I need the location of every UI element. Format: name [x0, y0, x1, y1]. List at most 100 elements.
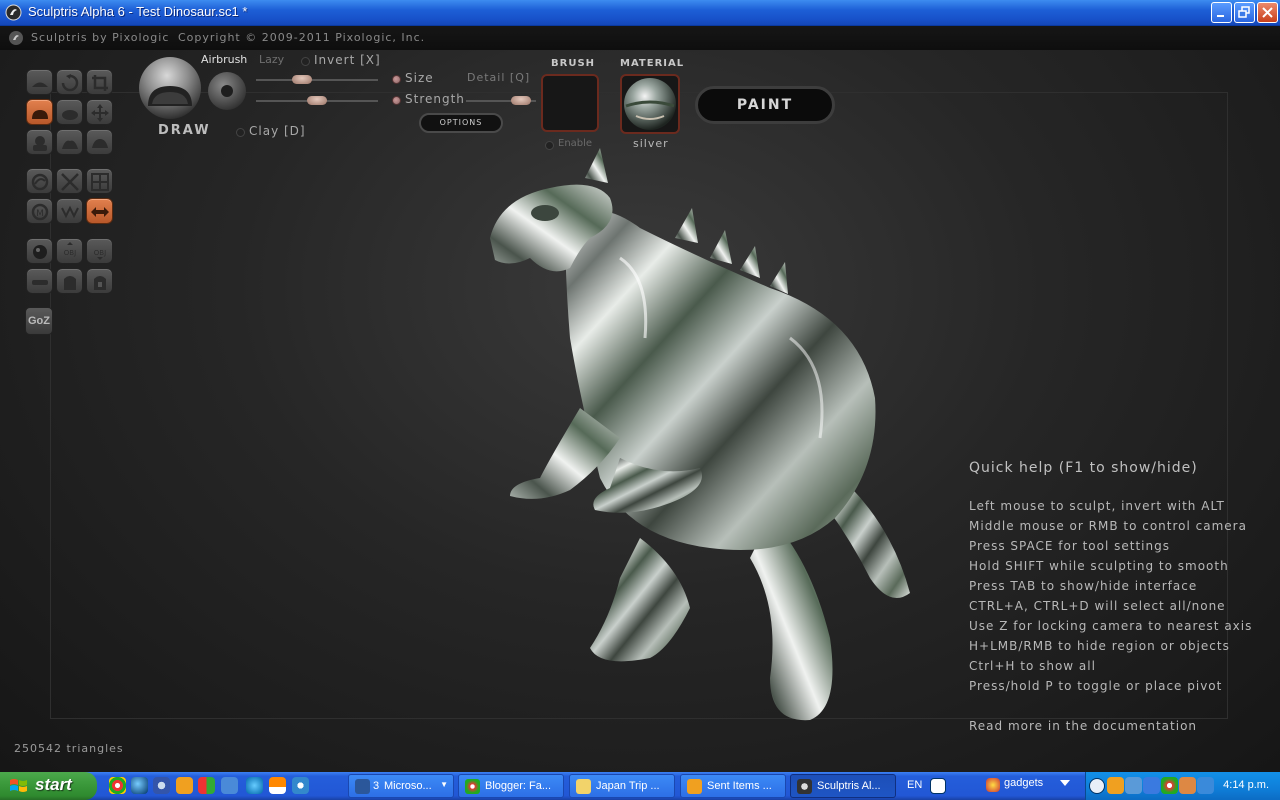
tool-open[interactable]: [56, 268, 83, 294]
outlook-quicklaunch-icon[interactable]: [176, 777, 193, 794]
tool-draw[interactable]: [26, 99, 53, 125]
outlook-tray-icon[interactable]: [1107, 777, 1124, 794]
svg-text:OBJ: OBJ: [94, 249, 106, 257]
restore-button[interactable]: [1234, 2, 1255, 23]
security-tray-icon[interactable]: [1179, 777, 1196, 794]
strength-slider-knob[interactable]: [307, 96, 327, 105]
sphere-icon: [33, 245, 47, 259]
tool-flatten[interactable]: [56, 129, 83, 155]
clock: 4:14 p.m.: [1223, 779, 1269, 791]
minimize-button[interactable]: [1211, 2, 1232, 23]
tool-wireframe[interactable]: [56, 168, 83, 194]
chrome-tray-icon[interactable]: [1161, 777, 1178, 794]
gadgets-icon[interactable]: [986, 778, 1000, 792]
start-button[interactable]: start: [0, 772, 97, 800]
tool-crease[interactable]: [26, 69, 53, 95]
quick-help-line: Hold SHIFT while sculpting to smooth: [969, 559, 1229, 573]
strength-radio[interactable]: [392, 96, 401, 105]
volume-tray-icon[interactable]: [1197, 777, 1214, 794]
vlc-quicklaunch-icon[interactable]: [269, 777, 286, 794]
task-label: Sculptris Al...: [817, 780, 881, 792]
gadgets-dropdown-icon[interactable]: [1060, 780, 1070, 790]
picasa-quicklaunch-icon[interactable]: [198, 777, 215, 794]
size-slider-track[interactable]: [256, 79, 378, 81]
rotate-icon: [61, 74, 79, 92]
help-tray-icon[interactable]: [930, 778, 946, 794]
tool-export-obj[interactable]: OBJ: [86, 238, 113, 264]
lazy-label[interactable]: Lazy: [259, 53, 284, 66]
documentation-link[interactable]: Read more in the documentation: [969, 719, 1197, 733]
media-player-quicklaunch-icon[interactable]: [292, 777, 309, 794]
dinosaur-model[interactable]: [470, 138, 920, 728]
task-blogger[interactable]: Blogger: Fa...: [458, 774, 564, 798]
tool-inflate[interactable]: [56, 99, 83, 125]
tool-save[interactable]: [86, 268, 113, 294]
tool-symmetry[interactable]: [26, 168, 53, 194]
tool-pinch[interactable]: [26, 129, 53, 155]
quick-help-list: Left mouse to sculpt, invert with ALT Mi…: [969, 499, 1252, 699]
task-label: Sent Items ...: [707, 780, 772, 792]
draw-tool-icon[interactable]: [138, 56, 202, 120]
tool-mirror[interactable]: [86, 198, 113, 224]
mask-icon: M: [31, 203, 49, 221]
task-japan-trip[interactable]: Japan Trip ...: [569, 774, 675, 798]
gadgets-label[interactable]: gadgets: [1004, 777, 1043, 789]
tool-rotate[interactable]: [56, 69, 83, 95]
material-label: MATERIAL: [620, 58, 685, 69]
invert-label[interactable]: Invert [X]: [314, 53, 381, 67]
task-label: Japan Trip ...: [596, 780, 660, 792]
options-button[interactable]: OPTIONS: [419, 113, 503, 133]
tool-import-obj[interactable]: OBJ: [56, 238, 83, 264]
close-button[interactable]: [1257, 2, 1278, 23]
detail-slider-knob[interactable]: [511, 96, 531, 105]
paint-button[interactable]: PAINT: [695, 86, 835, 124]
grid-icon: [91, 173, 109, 191]
flatten-icon: [62, 140, 78, 149]
dropbox-tray-icon[interactable]: [1143, 777, 1160, 794]
size-slider-knob[interactable]: [291, 75, 312, 84]
tool-new-sphere[interactable]: [26, 238, 53, 264]
tool-grid[interactable]: [86, 168, 113, 194]
tray-expand-icon[interactable]: [953, 777, 965, 793]
tool-scale[interactable]: [86, 69, 113, 95]
task-label: Blogger: Fa...: [485, 780, 552, 792]
goz-button[interactable]: GoZ: [25, 307, 53, 335]
smooth-icon: [92, 139, 108, 148]
language-indicator[interactable]: EN: [907, 779, 922, 791]
windows-flag-icon: [10, 779, 27, 792]
size-radio[interactable]: [392, 75, 401, 84]
itunes-quicklaunch-icon[interactable]: [153, 777, 170, 794]
window-titlebar[interactable]: Sculptris Alpha 6 - Test Dinosaur.sc1 *: [0, 0, 1280, 26]
pinch-icon: [33, 136, 47, 151]
svg-text:OBJ: OBJ: [64, 249, 76, 257]
network-tray-icon[interactable]: [1125, 777, 1142, 794]
clay-label[interactable]: Clay [D]: [249, 124, 306, 138]
airbrush-toggle-icon[interactable]: [207, 71, 247, 111]
invert-radio[interactable]: [301, 57, 310, 66]
material-slot[interactable]: [620, 74, 680, 134]
plane-icon: [32, 280, 48, 285]
tool-reduce[interactable]: [56, 198, 83, 224]
skype-quicklaunch-icon[interactable]: [246, 777, 263, 794]
task-microsoft-word[interactable]: 3 Microso... ▼: [348, 774, 454, 798]
tool-smooth[interactable]: [86, 129, 113, 155]
move-icon: [91, 104, 109, 122]
size-label: Size: [405, 71, 434, 85]
sculptris-app-icon: [5, 4, 22, 21]
sculptris-app: Sculptris by Pixologic Copyright © 2009-…: [0, 26, 1280, 772]
ie-quicklaunch-icon[interactable]: [221, 777, 238, 794]
tool-new-plane[interactable]: [26, 268, 53, 294]
chrome-quicklaunch-icon[interactable]: [109, 777, 126, 794]
globe-quicklaunch-icon[interactable]: [131, 777, 148, 794]
tool-move[interactable]: [86, 99, 113, 125]
task-sent-items[interactable]: Sent Items ...: [680, 774, 786, 798]
restore-icon: [1238, 6, 1250, 18]
tray-collapse-icon[interactable]: [1089, 778, 1105, 794]
clay-radio[interactable]: [236, 128, 245, 137]
draw-brush-icon: [32, 110, 48, 119]
tool-mask[interactable]: M: [26, 198, 53, 224]
task-sculptris[interactable]: Sculptris Al...: [790, 774, 896, 798]
quick-help-line: Use Z for locking camera to nearest axis: [969, 619, 1253, 633]
start-label: start: [35, 775, 72, 794]
brush-slot[interactable]: [541, 74, 599, 132]
